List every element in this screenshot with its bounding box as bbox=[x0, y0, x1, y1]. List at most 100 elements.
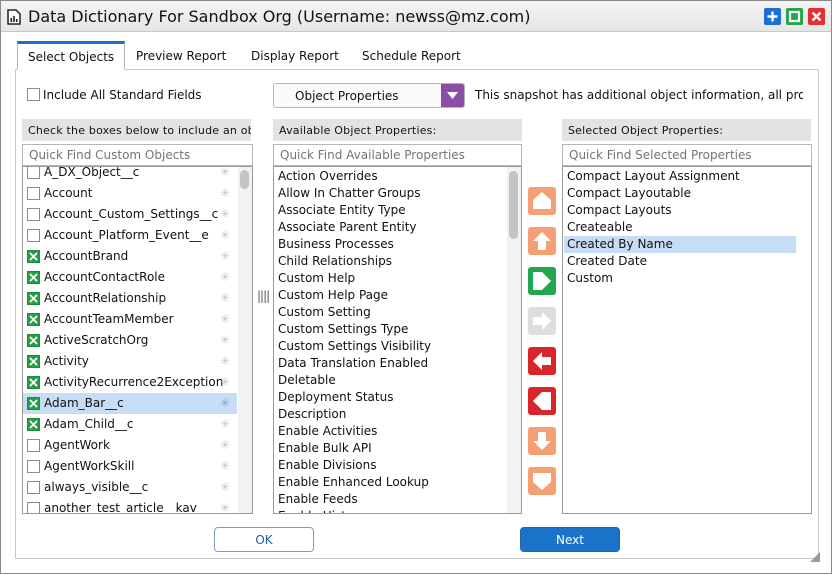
tab-display-report[interactable]: Display Report bbox=[241, 41, 349, 70]
remove-button[interactable] bbox=[528, 347, 556, 375]
panel-splitter-handle[interactable]: |||| bbox=[257, 289, 270, 303]
object-list-item[interactable]: Activity ✳ bbox=[23, 351, 237, 372]
asterisk-icon[interactable]: ✳ bbox=[220, 438, 230, 452]
object-checkbox[interactable] bbox=[27, 481, 40, 494]
objects-scroll-thumb[interactable] bbox=[240, 170, 249, 189]
object-checkbox[interactable] bbox=[27, 167, 40, 179]
asterisk-icon[interactable]: ✳ bbox=[220, 417, 230, 431]
ok-button[interactable]: OK bbox=[214, 527, 314, 552]
available-property-item[interactable]: Business Processes bbox=[278, 236, 394, 253]
object-checkbox[interactable] bbox=[27, 397, 40, 410]
object-list-item[interactable]: A_DX_Object__c ✳ bbox=[23, 167, 237, 183]
selected-property-item[interactable]: Custom bbox=[564, 270, 796, 287]
available-property-item[interactable]: Enable Divisions bbox=[278, 457, 376, 474]
available-scrollbar[interactable] bbox=[507, 167, 521, 513]
asterisk-icon[interactable]: ✳ bbox=[220, 270, 230, 284]
asterisk-icon[interactable]: ✳ bbox=[220, 333, 230, 347]
object-checkbox[interactable] bbox=[27, 460, 40, 473]
available-property-item[interactable]: Associate Parent Entity bbox=[278, 219, 417, 236]
asterisk-icon[interactable]: ✳ bbox=[220, 480, 230, 494]
asterisk-icon[interactable]: ✳ bbox=[220, 207, 230, 221]
available-property-item[interactable]: Deployment Status bbox=[278, 389, 393, 406]
available-property-item[interactable]: Allow In Chatter Groups bbox=[278, 185, 420, 202]
available-property-item[interactable]: Deletable bbox=[278, 372, 336, 389]
object-list-item[interactable]: Adam_Child__c ✳ bbox=[23, 414, 237, 435]
selected-property-item[interactable]: Compact Layouts bbox=[564, 202, 796, 219]
available-property-item[interactable]: Custom Help Page bbox=[278, 287, 388, 304]
tab-schedule-report[interactable]: Schedule Report bbox=[352, 41, 471, 70]
object-list-item[interactable]: AgentWork ✳ bbox=[23, 435, 237, 456]
asterisk-icon[interactable]: ✳ bbox=[220, 459, 230, 473]
object-checkbox[interactable] bbox=[27, 250, 40, 263]
available-property-item[interactable]: Enable Feeds bbox=[278, 491, 358, 508]
available-scroll-thumb[interactable] bbox=[509, 171, 518, 239]
tab-select-objects[interactable]: Select Objects bbox=[17, 41, 126, 70]
available-property-item[interactable]: Custom Help bbox=[278, 270, 355, 287]
available-property-item[interactable]: Enable Activities bbox=[278, 423, 377, 440]
object-checkbox[interactable] bbox=[27, 376, 40, 389]
object-checkbox[interactable] bbox=[27, 229, 40, 242]
maximize-icon[interactable] bbox=[764, 8, 781, 25]
move-bottom-button[interactable] bbox=[528, 467, 556, 495]
object-checkbox[interactable] bbox=[27, 208, 40, 221]
selected-property-item[interactable]: Compact Layoutable bbox=[564, 185, 796, 202]
objects-scrollbar[interactable] bbox=[238, 167, 252, 513]
move-down-button[interactable] bbox=[528, 427, 556, 455]
asterisk-icon[interactable]: ✳ bbox=[220, 354, 230, 368]
object-list-item[interactable]: AgentWorkSkill ✳ bbox=[23, 456, 237, 477]
close-icon[interactable] bbox=[808, 8, 825, 25]
available-property-item[interactable]: Enable Bulk API bbox=[278, 440, 372, 457]
asterisk-icon[interactable]: ✳ bbox=[220, 375, 230, 389]
asterisk-icon[interactable]: ✳ bbox=[220, 501, 230, 513]
object-list-item[interactable]: always_visible__c ✳ bbox=[23, 477, 237, 498]
object-checkbox[interactable] bbox=[27, 271, 40, 284]
include-standard-fields-checkbox[interactable] bbox=[27, 88, 40, 101]
report-type-dropdown[interactable]: Object Properties bbox=[273, 83, 465, 108]
object-checkbox[interactable] bbox=[27, 187, 40, 200]
asterisk-icon[interactable]: ✳ bbox=[220, 312, 230, 326]
object-list-item[interactable]: Account_Platform_Event__e ✳ bbox=[23, 225, 237, 246]
next-button[interactable]: Next bbox=[520, 527, 620, 552]
move-up-button[interactable] bbox=[528, 227, 556, 255]
object-list-item[interactable]: ActivityRecurrence2Exception ✳ bbox=[23, 372, 237, 393]
chevron-down-icon[interactable] bbox=[441, 84, 464, 107]
selected-property-item[interactable]: Createable bbox=[564, 219, 796, 236]
add-all-button[interactable] bbox=[528, 267, 556, 295]
quick-find-objects-input[interactable] bbox=[22, 144, 253, 166]
quick-find-available-input[interactable] bbox=[273, 144, 522, 166]
asterisk-icon[interactable]: ✳ bbox=[220, 167, 230, 179]
object-list-item[interactable]: AccountBrand ✳ bbox=[23, 246, 237, 267]
object-checkbox[interactable] bbox=[27, 439, 40, 452]
available-property-item[interactable]: Associate Entity Type bbox=[278, 202, 406, 219]
object-list-item[interactable]: ActiveScratchOrg ✳ bbox=[23, 330, 237, 351]
object-checkbox[interactable] bbox=[27, 418, 40, 431]
asterisk-icon[interactable]: ✳ bbox=[220, 228, 230, 242]
selected-property-item[interactable]: Created Date bbox=[564, 253, 796, 270]
selected-property-item[interactable]: Created By Name bbox=[564, 236, 796, 253]
available-property-item[interactable]: Child Relationships bbox=[278, 253, 392, 270]
add-button[interactable] bbox=[528, 307, 556, 335]
object-list-item[interactable]: AccountTeamMember ✳ bbox=[23, 309, 237, 330]
remove-all-button[interactable] bbox=[528, 387, 556, 415]
object-list-item[interactable]: AccountRelationship ✳ bbox=[23, 288, 237, 309]
object-checkbox[interactable] bbox=[27, 334, 40, 347]
asterisk-icon[interactable]: ✳ bbox=[220, 249, 230, 263]
object-list-item[interactable]: Adam_Bar__c ✳ bbox=[23, 393, 237, 414]
move-top-button[interactable] bbox=[528, 187, 556, 215]
quick-find-selected-input[interactable] bbox=[562, 144, 812, 166]
tab-preview-report[interactable]: Preview Report bbox=[126, 41, 236, 70]
resize-grip-icon[interactable] bbox=[807, 549, 821, 566]
object-checkbox[interactable] bbox=[27, 313, 40, 326]
available-property-item[interactable]: Custom Settings Visibility bbox=[278, 338, 431, 355]
available-property-item[interactable]: Custom Setting bbox=[278, 304, 371, 321]
object-list-item[interactable]: another_test_article__kav ✳ bbox=[23, 498, 237, 513]
available-property-item[interactable]: Enable Enhanced Lookup bbox=[278, 474, 429, 491]
asterisk-icon[interactable]: ✳ bbox=[220, 291, 230, 305]
restore-icon[interactable] bbox=[786, 8, 803, 25]
selected-property-item[interactable]: Compact Layout Assignment bbox=[564, 168, 796, 185]
available-property-item[interactable]: Description bbox=[278, 406, 346, 423]
available-property-item[interactable]: Enable History bbox=[278, 508, 365, 513]
asterisk-icon[interactable]: ✳ bbox=[220, 396, 230, 410]
object-checkbox[interactable] bbox=[27, 355, 40, 368]
available-property-item[interactable]: Action Overrides bbox=[278, 168, 378, 185]
